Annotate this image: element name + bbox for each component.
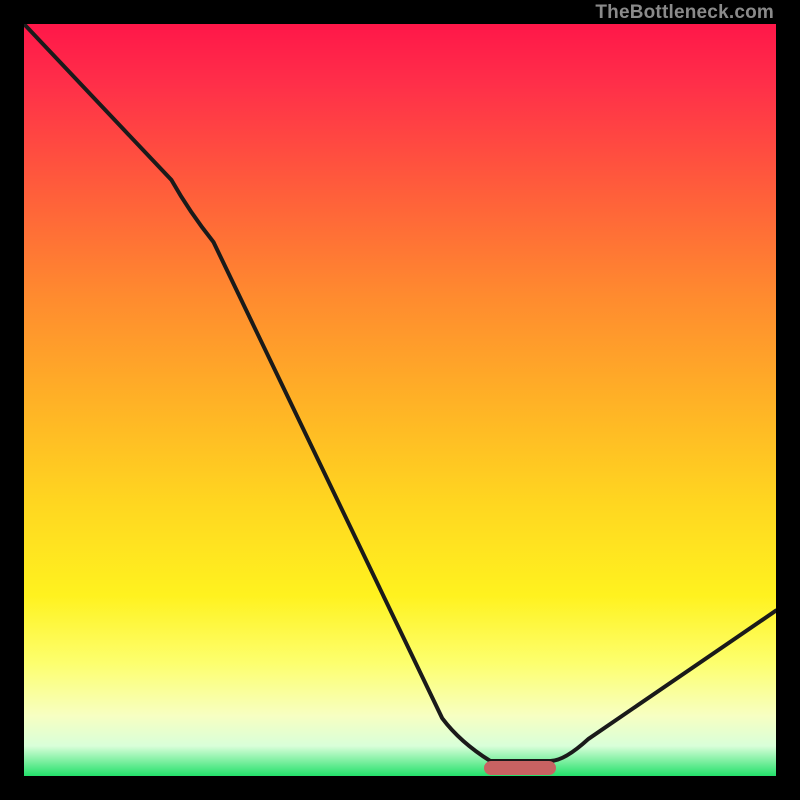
chart-container: TheBottleneck.com	[0, 0, 800, 800]
watermark-text: TheBottleneck.com	[595, 2, 774, 24]
bottleneck-curve	[24, 24, 776, 776]
plot-area	[24, 24, 776, 776]
optimal-marker	[484, 761, 556, 775]
